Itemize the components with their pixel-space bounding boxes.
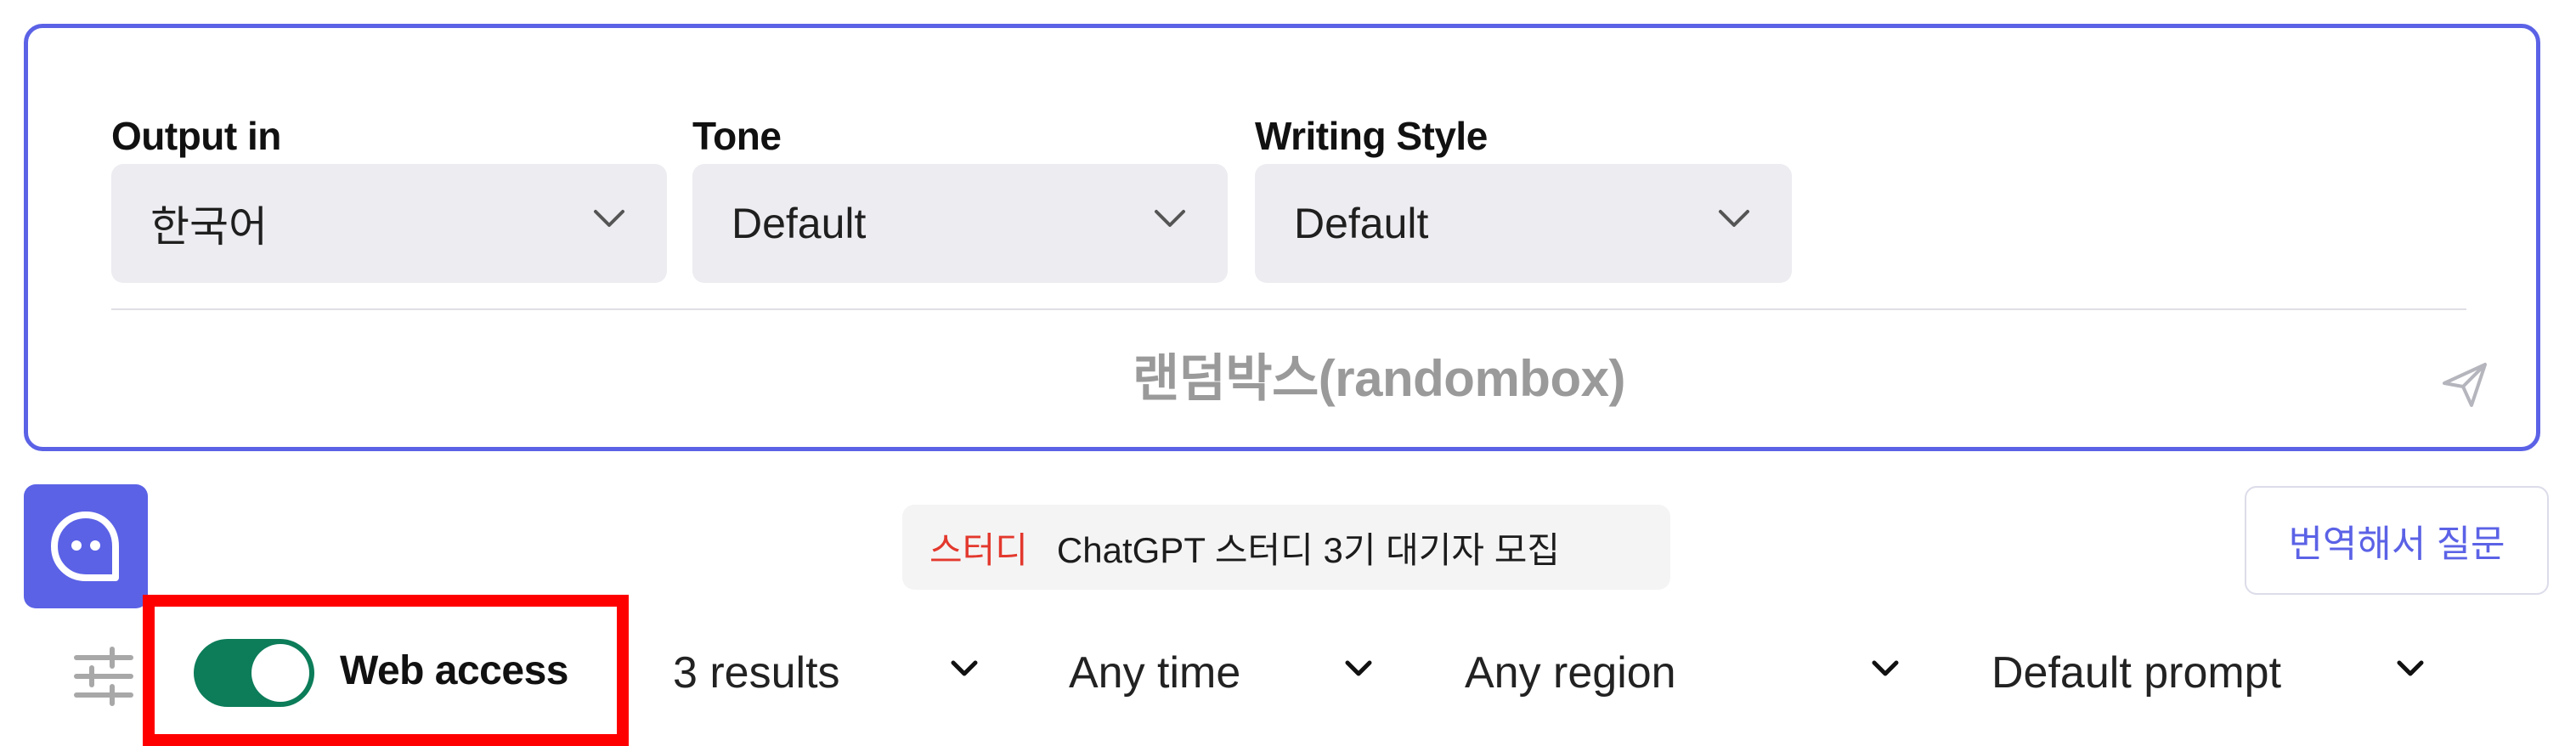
tone-select[interactable]: Default xyxy=(692,164,1228,283)
chevron-down-icon xyxy=(1719,210,1749,227)
web-access-toolbar: Web access 3 results Any time Any region… xyxy=(0,595,2576,746)
chevron-down-icon[interactable] xyxy=(950,659,979,678)
writing-style-select[interactable]: Default xyxy=(1255,164,1792,283)
results-select[interactable]: 3 results xyxy=(673,647,840,698)
output-language-value: 한국어 xyxy=(150,203,268,251)
chatbot-logo-icon xyxy=(51,511,119,581)
chevron-down-icon[interactable] xyxy=(1871,659,1900,678)
output-language-select[interactable]: 한국어 xyxy=(111,164,667,283)
banner-tag: 스터디 xyxy=(929,529,1028,570)
settings-sliders-icon[interactable] xyxy=(71,644,136,709)
translate-ask-button[interactable]: 번역해서 질문 xyxy=(2245,486,2549,595)
prompt-input-placeholder[interactable]: 랜덤박스(randombox) xyxy=(1133,337,1625,411)
study-banner[interactable]: 스터디 ChatGPT 스터디 3기 대기자 모집 xyxy=(902,505,1670,590)
time-select[interactable]: Any time xyxy=(1069,647,1240,698)
chatbot-logo-button[interactable] xyxy=(24,484,148,608)
web-access-label: Web access xyxy=(340,648,568,693)
region-select[interactable]: Any region xyxy=(1465,647,1676,698)
banner-text: ChatGPT 스터디 3기 대기자 모집 xyxy=(1056,529,1561,570)
tone-label: Tone xyxy=(692,114,782,158)
prompt-select[interactable]: Default prompt xyxy=(1991,647,2281,698)
prompt-card: Output in 한국어 Tone Default Writing Style… xyxy=(24,24,2540,451)
chevron-down-icon xyxy=(594,210,624,227)
output-label: Output in xyxy=(111,114,281,158)
chevron-down-icon xyxy=(1155,210,1185,227)
toggle-knob xyxy=(251,644,309,702)
web-access-toggle[interactable] xyxy=(194,639,314,707)
writing-style-label: Writing Style xyxy=(1255,114,1488,158)
send-icon[interactable] xyxy=(2439,359,2490,410)
chevron-down-icon[interactable] xyxy=(1344,659,1373,678)
chevron-down-icon[interactable] xyxy=(2396,659,2425,678)
divider xyxy=(111,308,2466,310)
